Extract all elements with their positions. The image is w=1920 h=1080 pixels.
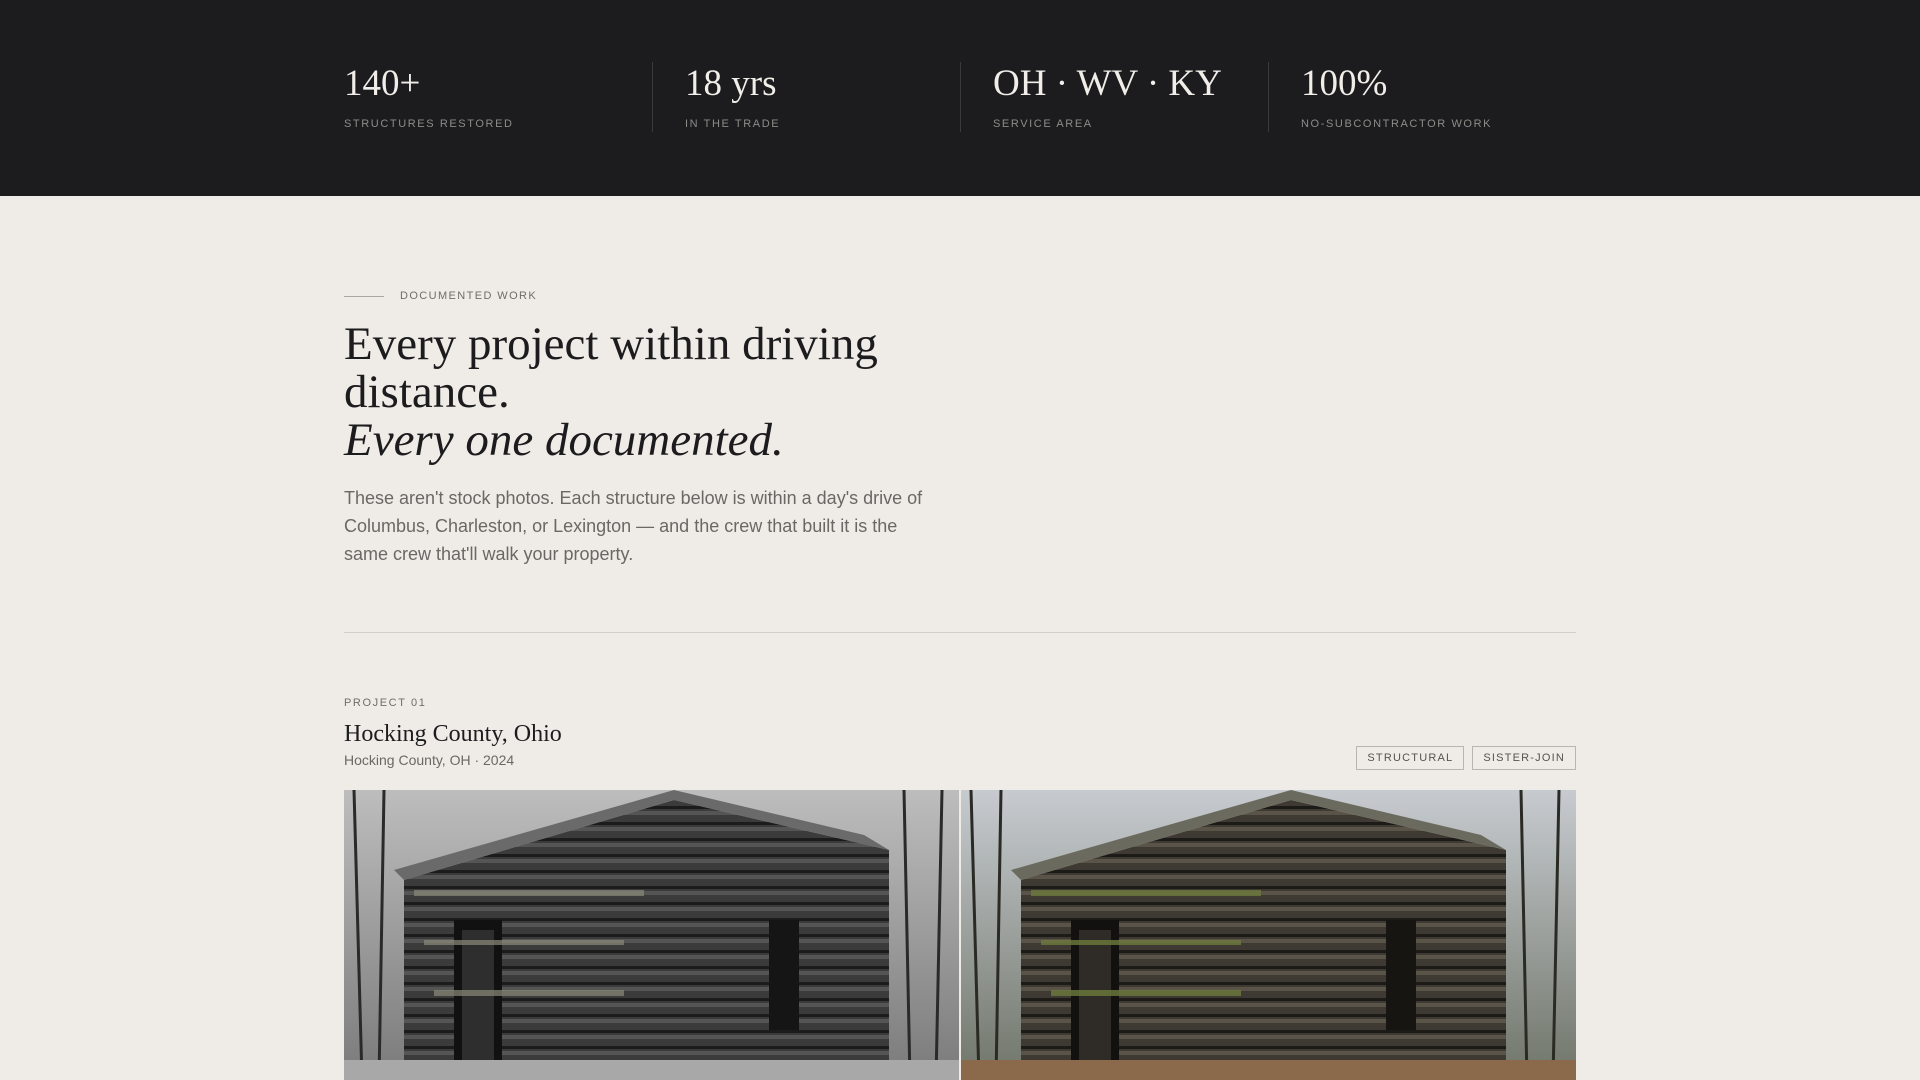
intro-description: These aren't stock photos. Each structur… <box>344 488 923 564</box>
tag-sister-join[interactable]: SISTER-JOIN <box>1472 746 1576 770</box>
section-divider <box>344 632 1576 633</box>
project-number: PROJECT 01 <box>344 697 427 709</box>
tag-structural[interactable]: STRUCTURAL <box>1356 746 1465 770</box>
eyebrow-rule <box>344 295 384 297</box>
after-photo[interactable] <box>961 790 1576 1080</box>
stat-years: 18 yrs IN THE TRADE <box>652 62 960 132</box>
page-title: Every project within driving distance. E… <box>344 320 964 464</box>
headline-line-2: Every one documented. <box>344 414 784 466</box>
stat-label: NO-SUBCONTRACTOR WORK <box>1301 118 1493 130</box>
stats-row: 140+ STRUCTURES RESTORED 18 yrs IN THE T… <box>344 62 1576 132</box>
stats-band: 140+ STRUCTURES RESTORED 18 yrs IN THE T… <box>0 0 1920 196</box>
project-card: PROJECT 01 Hocking County, Ohio Hocking … <box>344 697 1576 770</box>
project-tags: STRUCTURAL SISTER-JOIN <box>1356 746 1576 770</box>
cabin-photo-bw <box>344 790 959 1080</box>
headline-line-1: Every project within driving distance. <box>344 318 878 418</box>
cabin-photo-color <box>961 790 1576 1080</box>
stat-structures: 140+ STRUCTURES RESTORED <box>344 62 652 132</box>
before-photo[interactable] <box>344 790 959 1080</box>
project-title: Hocking County, Ohio <box>344 721 562 747</box>
stat-value: 140+ <box>344 63 421 104</box>
stat-label: STRUCTURES RESTORED <box>344 118 514 130</box>
project-photos <box>344 790 1576 1080</box>
stat-no-subcontractor: 100% NO-SUBCONTRACTOR WORK <box>1268 62 1576 132</box>
stat-service-area: OH · WV · KY SERVICE AREA <box>960 62 1268 132</box>
stat-label: IN THE TRADE <box>685 118 781 130</box>
section-eyebrow: DOCUMENTED WORK <box>344 290 1576 302</box>
eyebrow-label: DOCUMENTED WORK <box>400 290 538 302</box>
stat-value: 18 yrs <box>685 63 777 104</box>
stat-value: 100% <box>1301 63 1388 104</box>
stat-label: SERVICE AREA <box>993 118 1093 130</box>
intro-section: DOCUMENTED WORK Every project within dri… <box>344 290 1576 568</box>
stat-value: OH · WV · KY <box>993 63 1222 104</box>
